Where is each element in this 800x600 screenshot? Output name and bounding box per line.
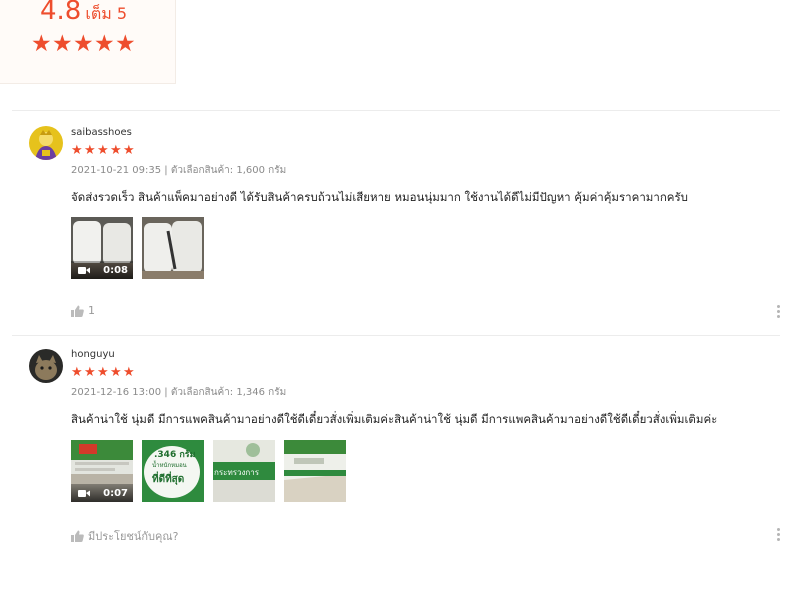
star-icon: ★ <box>84 365 96 380</box>
divider <box>12 335 780 336</box>
more-options-icon[interactable] <box>775 528 781 541</box>
star-icon: ★ <box>73 31 94 57</box>
video-camera-icon <box>78 489 90 497</box>
star-icon: ★ <box>52 31 73 57</box>
review-stars: ★ ★ ★ ★ ★ <box>71 366 136 379</box>
star-icon: ★ <box>110 365 122 380</box>
avatar[interactable] <box>29 126 63 160</box>
star-icon: ★ <box>97 365 109 380</box>
star-icon: ★ <box>97 143 109 158</box>
review-image-thumbnail[interactable] <box>142 217 204 279</box>
review-text: จัดส่งรวดเร็ว สินค้าแพ็คมาอย่างดี ได้รับ… <box>71 190 688 204</box>
review-image-thumbnail[interactable] <box>284 440 346 502</box>
star-icon: ★ <box>94 31 115 57</box>
star-icon: ★ <box>71 365 83 380</box>
star-icon: ★ <box>71 143 83 158</box>
rating-score: 4.8 เต็ม 5 <box>40 0 127 27</box>
more-options-icon[interactable] <box>775 305 781 318</box>
avatar[interactable] <box>29 349 63 383</box>
review-video-thumbnail[interactable]: 0:08 <box>71 217 133 279</box>
video-camera-icon <box>78 266 90 274</box>
rating-summary: 4.8 เต็ม 5 ★ ★ ★ ★ ★ <box>0 0 176 84</box>
video-overlay: 0:07 <box>71 484 133 502</box>
review-media: 0:08 <box>71 217 204 279</box>
image-text-line3: ที่ดีที่สุด <box>152 471 184 485</box>
thumbs-up-icon <box>71 530 84 542</box>
rating-score-max: เต็ม 5 <box>85 4 128 23</box>
review-username[interactable]: saibasshoes <box>71 127 132 138</box>
star-icon: ★ <box>115 31 136 57</box>
divider <box>12 110 780 111</box>
star-icon: ★ <box>110 143 122 158</box>
thumbs-up-icon <box>71 305 84 317</box>
helpful-label: มีประโยชน์กับคุณ? <box>88 530 179 543</box>
video-duration: 0:07 <box>103 487 128 499</box>
review-image-thumbnail[interactable]: .346 กรัม น้ำหนักหมอน ที่ดีที่สุด <box>142 440 204 502</box>
star-icon: ★ <box>123 365 135 380</box>
review-meta: 2021-12-16 13:00 | ตัวเลือกสินค้า: 1,346… <box>71 387 287 398</box>
star-icon: ★ <box>31 31 52 57</box>
like-button[interactable]: 1 <box>71 304 95 317</box>
rating-stars: ★ ★ ★ ★ ★ <box>31 31 136 57</box>
review-text: สินค้าน่าใช้ นุ่มดี มีการแพคสินค้ามาอย่า… <box>71 412 718 426</box>
rating-score-value: 4.8 <box>40 0 82 26</box>
review-video-thumbnail[interactable]: 0:07 <box>71 440 133 502</box>
review-username[interactable]: honguyu <box>71 349 115 360</box>
star-icon: ★ <box>84 143 96 158</box>
image-text-line1: .346 กรัม <box>154 449 196 460</box>
review-image-thumbnail[interactable]: กระทรวงการ <box>213 440 275 502</box>
video-overlay: 0:08 <box>71 261 133 279</box>
review-stars: ★ ★ ★ ★ ★ <box>71 144 136 157</box>
review-media: 0:07 .346 กรัม น้ำหนักหมอน ที่ดีที่สุด ก… <box>71 440 346 502</box>
star-icon: ★ <box>123 143 135 158</box>
helpful-button[interactable]: มีประโยชน์กับคุณ? <box>71 527 178 545</box>
video-duration: 0:08 <box>103 264 128 276</box>
review-meta: 2021-10-21 09:35 | ตัวเลือกสินค้า: 1,600… <box>71 165 287 176</box>
image-text-line1: กระทรวงการ <box>214 468 260 477</box>
like-count: 1 <box>88 304 95 317</box>
